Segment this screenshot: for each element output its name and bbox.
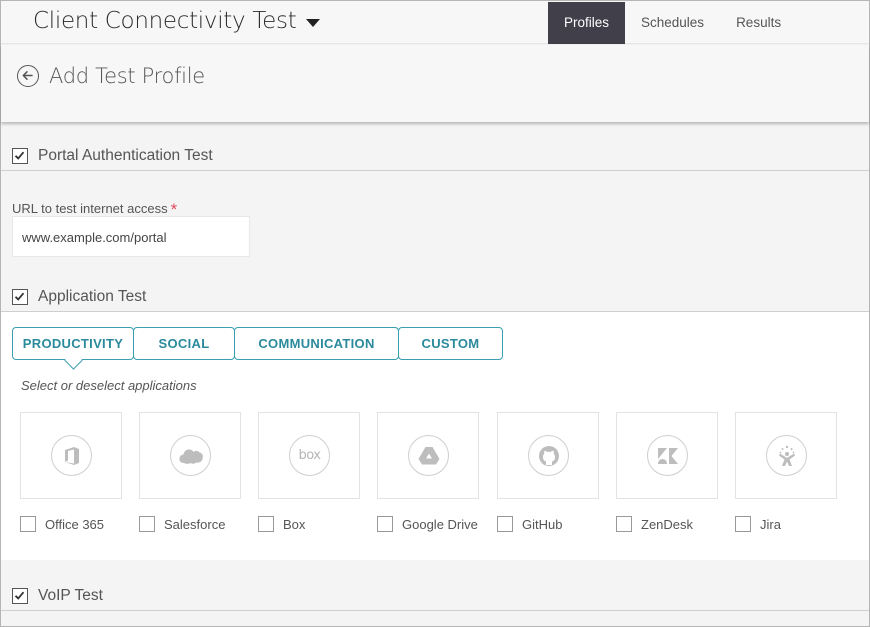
app-window: Client Connectivity Test Profiles Schedu… (0, 0, 870, 627)
office365-icon (51, 435, 92, 476)
caret-down-icon (306, 18, 321, 27)
portal-auth-section-header: Portal Authentication Test (1, 141, 869, 171)
jira-icon (766, 435, 807, 476)
app-card-jira[interactable] (735, 412, 837, 499)
checkbox[interactable] (258, 516, 274, 532)
tab-profiles[interactable]: Profiles (548, 2, 626, 44)
app-checkbox-salesforce[interactable]: Salesforce (139, 516, 225, 532)
app-card-box[interactable]: box (258, 412, 360, 499)
app-title-dropdown[interactable]: Client Connectivity Test (33, 8, 321, 34)
checkbox[interactable] (735, 516, 751, 532)
app-card-salesforce[interactable] (139, 412, 241, 499)
application-test-label: Application Test (38, 288, 147, 305)
github-octocat-icon (528, 435, 569, 476)
app-name: GitHub (522, 516, 563, 532)
app-checkbox-github[interactable]: GitHub (497, 516, 562, 532)
box-logo-icon: box (289, 435, 330, 476)
category-tab-social[interactable]: SOCIAL (133, 327, 235, 360)
app-name: Box (283, 516, 306, 532)
checkbox[interactable] (497, 516, 513, 532)
app-name: Office 365 (45, 516, 105, 532)
box-logo-text: box (298, 448, 322, 463)
app-card-office365[interactable] (20, 412, 122, 499)
app-name: ZenDesk (641, 516, 694, 532)
app-checkbox-zendesk[interactable]: ZenDesk (616, 516, 693, 532)
application-test-section-header: Application Test (1, 282, 869, 312)
category-tab-communication[interactable]: COMMUNICATION (234, 327, 399, 360)
category-tab-productivity[interactable]: PRODUCTIVITY (12, 327, 134, 360)
checkbox[interactable] (377, 516, 393, 532)
app-name: Google Drive (402, 516, 478, 532)
checkbox[interactable] (20, 516, 36, 532)
url-label-text: URL to test internet access (12, 201, 168, 216)
app-checkbox-jira[interactable]: Jira (735, 516, 781, 532)
app-checkbox-office365[interactable]: Office 365 (20, 516, 104, 532)
app-card-github[interactable] (497, 412, 599, 499)
select-hint: Select or deselect applications (21, 378, 197, 393)
app-card-zendesk[interactable] (616, 412, 718, 499)
app-card-google-drive[interactable] (377, 412, 479, 499)
category-tabs: PRODUCTIVITY SOCIAL COMMUNICATION CUSTOM (12, 327, 503, 360)
category-tab-custom[interactable]: CUSTOM (398, 327, 503, 360)
tab-schedules[interactable]: Schedules (625, 2, 720, 44)
app-checkbox-google-drive[interactable]: Google Drive (377, 516, 478, 532)
url-input[interactable]: www.example.com/portal (12, 216, 250, 257)
circle-arrow-left-icon[interactable] (17, 65, 39, 87)
main-nav: Profiles Schedules Results (548, 2, 797, 44)
zendesk-icon (647, 435, 688, 476)
checkbox[interactable] (139, 516, 155, 532)
voip-test-section-header: VoIP Test (1, 581, 869, 611)
page-header: Add Test Profile (1, 45, 869, 122)
voip-test-label: VoIP Test (38, 587, 103, 604)
voip-test-checkbox[interactable] (12, 588, 28, 604)
application-panel: PRODUCTIVITY SOCIAL COMMUNICATION CUSTOM… (1, 312, 869, 560)
application-test-checkbox[interactable] (12, 289, 28, 305)
checkbox[interactable] (616, 516, 632, 532)
portal-auth-checkbox[interactable] (12, 148, 28, 164)
portal-auth-label: Portal Authentication Test (38, 147, 213, 164)
page-title: Add Test Profile (49, 64, 205, 88)
next-section-strip (1, 612, 869, 626)
app-name: Salesforce (164, 516, 226, 532)
top-bar: Client Connectivity Test Profiles Schedu… (1, 1, 869, 44)
google-drive-icon (408, 435, 449, 476)
url-field-label: URL to test internet access * (12, 198, 177, 219)
salesforce-cloud-icon (170, 435, 211, 476)
app-title: Client Connectivity Test (33, 8, 297, 34)
tab-results[interactable]: Results (720, 2, 797, 44)
app-checkbox-box[interactable]: Box (258, 516, 305, 532)
app-name: Jira (760, 516, 781, 532)
